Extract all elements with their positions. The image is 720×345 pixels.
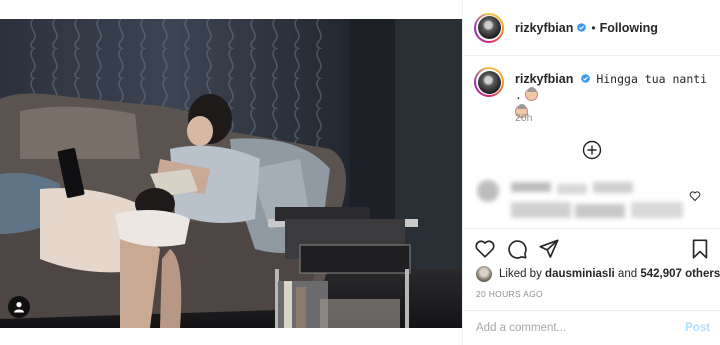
liker-avatar[interactable]	[476, 266, 492, 282]
add-comment-bar: Add a comment... Post	[463, 310, 720, 345]
top-margin	[0, 0, 462, 19]
post-side-panel: rizkyfbian • Following rizkyfbian Hingga…	[462, 0, 720, 345]
likes-summary: Liked by dausminiasli and 542,907 others	[476, 266, 720, 282]
photo-illustration	[0, 19, 462, 328]
heart-icon[interactable]	[474, 238, 496, 260]
liked-by-username[interactable]: dausminiasli	[545, 268, 615, 280]
likes-and: and	[617, 268, 638, 280]
caption-username[interactable]: rizkyfbian	[515, 72, 573, 86]
post-photo[interactable]	[0, 19, 462, 328]
likes-prefix: Liked by	[499, 268, 542, 280]
separator-dot: •	[591, 20, 596, 35]
post-timestamp: 20 HOURS AGO	[476, 289, 543, 299]
verified-badge-icon	[580, 73, 590, 84]
comment-like-button[interactable]	[689, 190, 701, 202]
comment-input[interactable]: Add a comment...	[476, 322, 566, 334]
author-avatar[interactable]	[474, 12, 504, 43]
caption-author-avatar[interactable]	[474, 67, 504, 97]
author-username[interactable]: rizkyfbian	[515, 21, 573, 35]
user-silhouette-icon	[14, 302, 24, 313]
verified-badge-icon	[577, 22, 587, 33]
comment-bubble-icon[interactable]	[506, 238, 528, 260]
load-more-comments-button[interactable]	[582, 140, 602, 160]
following-button[interactable]: Following	[600, 21, 658, 35]
caption-timestamp: 20h	[515, 112, 533, 124]
paper-plane-icon[interactable]	[538, 238, 560, 260]
caption-body: rizkyfbian Hingga tua nanti .	[515, 67, 714, 120]
caption-comment: rizkyfbian Hingga tua nanti .	[474, 67, 714, 120]
user-tags-button[interactable]	[8, 296, 30, 318]
post-comment-button[interactable]: Post	[685, 322, 710, 334]
instagram-post-window: rizkyfbian • Following rizkyfbian Hingga…	[0, 0, 720, 345]
likes-count-link[interactable]: 542,907 others	[640, 268, 720, 280]
bookmark-icon[interactable]	[689, 238, 711, 260]
post-header: rizkyfbian • Following	[463, 0, 720, 56]
old-man-emoji-icon	[525, 87, 539, 101]
blurred-comment	[477, 180, 683, 218]
